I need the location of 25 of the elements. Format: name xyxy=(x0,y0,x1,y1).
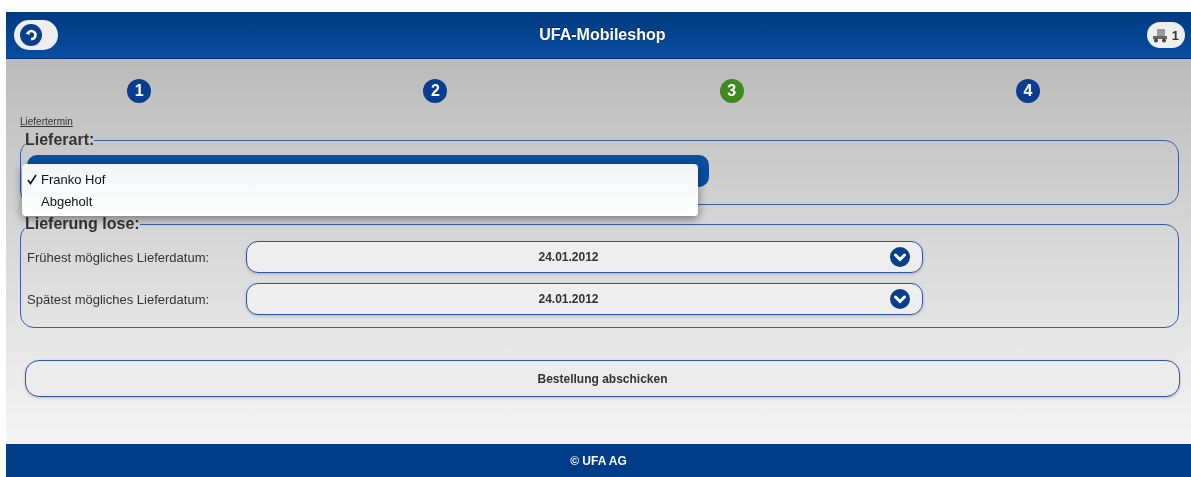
option-label: Franko Hof xyxy=(41,171,106,187)
cart-button[interactable]: 1 xyxy=(1146,22,1185,48)
breadcrumb-link[interactable]: Liefertermin xyxy=(20,116,73,127)
forklift-icon xyxy=(1150,27,1169,43)
field-label: Frühest mögliches Lieferdatum: xyxy=(27,249,211,265)
chevron-down-icon xyxy=(890,289,910,309)
date-select[interactable]: 24.01.2012 xyxy=(246,241,923,273)
section-heading: Lieferart: xyxy=(25,131,95,149)
submit-button[interactable]: Bestellung abschicken xyxy=(25,360,1180,397)
step-badge: 3 xyxy=(719,79,744,103)
option-label: Abgeholt xyxy=(41,193,93,209)
menu-option[interactable]: Abgeholt xyxy=(22,190,698,212)
footer-text: © UFA AG xyxy=(6,444,1191,477)
step-badge: 4 xyxy=(1015,79,1040,103)
field-label: Spätest mögliches Lieferdatum: xyxy=(27,291,211,307)
step-badge: 1 xyxy=(127,79,152,103)
menu-option[interactable]: Franko Hof xyxy=(22,168,698,190)
back-button[interactable] xyxy=(14,20,58,50)
date-select[interactable]: 24.01.2012 xyxy=(246,283,923,315)
back-icon xyxy=(20,24,42,46)
check-icon xyxy=(27,173,37,185)
step-badge: 2 xyxy=(423,79,448,103)
chevron-down-icon xyxy=(890,247,910,267)
section-heading: Lieferung lose: xyxy=(25,215,140,233)
app-title: UFA-Mobileshop xyxy=(539,26,666,44)
